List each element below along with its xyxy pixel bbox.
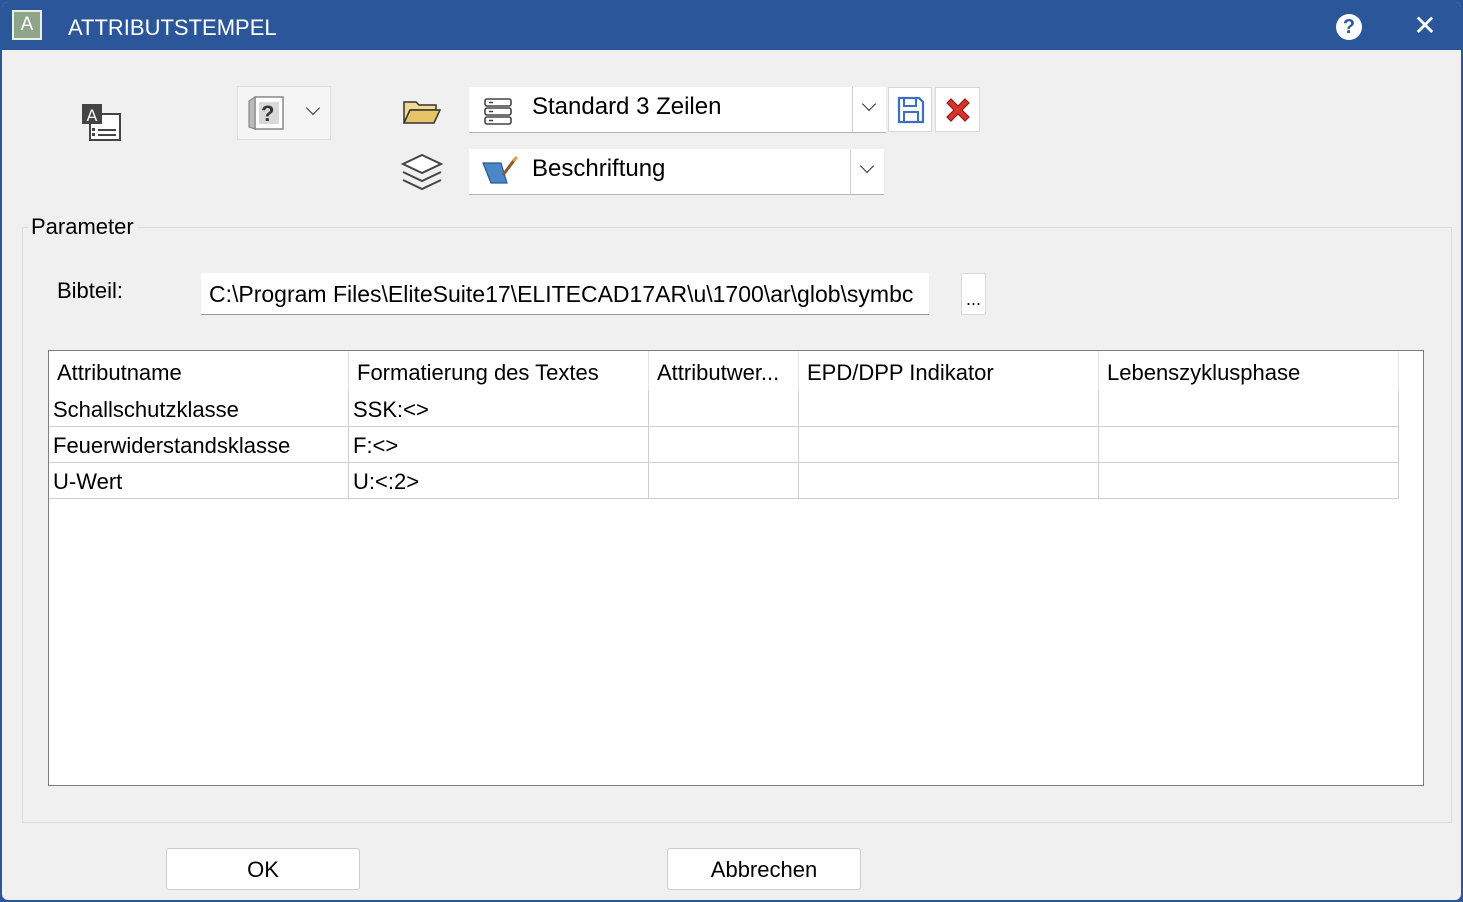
save-button[interactable] — [888, 87, 932, 132]
layer-pen-icon — [482, 155, 519, 184]
table-cell[interactable] — [799, 391, 1099, 426]
title-bar: A ATTRIBUTSTEMPEL ? ✕ — [2, 2, 1461, 50]
app-icon: A — [12, 10, 42, 40]
attribute-table[interactable]: Attributname Formatierung des Textes Att… — [48, 350, 1424, 786]
table-row[interactable]: Schallschutzklasse SSK:<> — [49, 391, 1399, 427]
cancel-button[interactable]: Abbrechen — [667, 848, 861, 890]
chevron-down-icon[interactable] — [850, 149, 884, 194]
column-header-text-format[interactable]: Formatierung des Textes — [349, 351, 649, 391]
table-cell[interactable] — [1099, 463, 1399, 498]
layer-select[interactable]: Beschriftung — [469, 149, 884, 195]
template-select-value: Standard 3 Zeilen — [532, 93, 722, 120]
table-cell[interactable]: F:<> — [349, 427, 649, 462]
parameter-legend: Parameter — [28, 214, 137, 240]
library-label: Bibteil: — [57, 278, 124, 303]
svg-text:A: A — [87, 106, 98, 125]
table-cell[interactable]: U-Wert — [49, 463, 349, 498]
delete-button[interactable] — [935, 87, 980, 132]
browse-button[interactable]: ... — [961, 273, 986, 315]
template-select[interactable]: Standard 3 Zeilen — [469, 87, 886, 133]
table-cell[interactable]: Feuerwiderstandsklasse — [49, 427, 349, 462]
column-header-epd-dpp[interactable]: EPD/DPP Indikator — [799, 351, 1099, 391]
template-list-icon — [484, 98, 512, 125]
save-icon — [897, 96, 925, 124]
table-cell[interactable] — [649, 463, 799, 498]
layers-icon — [400, 152, 444, 194]
column-header-attribute-name[interactable]: Attributname — [49, 351, 349, 391]
table-cell[interactable] — [799, 463, 1099, 498]
library-path-input[interactable]: C:\Program Files\EliteSuite17\ELITECAD17… — [201, 273, 929, 315]
table-cell[interactable] — [799, 427, 1099, 462]
ok-button[interactable]: OK — [166, 848, 360, 890]
close-button[interactable]: ✕ — [1410, 10, 1440, 42]
delete-icon — [946, 98, 970, 122]
dialog-window: A ATTRIBUTSTEMPEL ? ✕ A ? Standard 3 Zei… — [0, 0, 1463, 902]
column-header-lifecycle[interactable]: Lebenszyklusphase — [1099, 351, 1399, 391]
table-row[interactable]: Feuerwiderstandsklasse F:<> — [49, 427, 1399, 463]
attribute-stamp-icon: A — [80, 102, 124, 144]
table-cell[interactable]: Schallschutzklasse — [49, 391, 349, 426]
type-glyph: ? — [261, 101, 275, 126]
help-button[interactable]: ? — [1336, 14, 1362, 40]
type-dropdown-button[interactable]: ? — [237, 86, 331, 140]
table-cell[interactable] — [649, 427, 799, 462]
table-row[interactable]: U-Wert U:<:2> — [49, 463, 1399, 499]
table-cell[interactable] — [649, 391, 799, 426]
chevron-down-icon[interactable] — [852, 87, 886, 132]
table-cell[interactable] — [1099, 427, 1399, 462]
column-header-attribute-value[interactable]: Attributwer... — [649, 351, 799, 391]
table-cell[interactable]: SSK:<> — [349, 391, 649, 426]
window-title: ATTRIBUTSTEMPEL — [68, 15, 277, 40]
table-cell[interactable]: U:<:2> — [349, 463, 649, 498]
open-folder-icon[interactable] — [402, 96, 442, 126]
table-cell[interactable] — [1099, 391, 1399, 426]
layer-select-value: Beschriftung — [532, 155, 666, 182]
